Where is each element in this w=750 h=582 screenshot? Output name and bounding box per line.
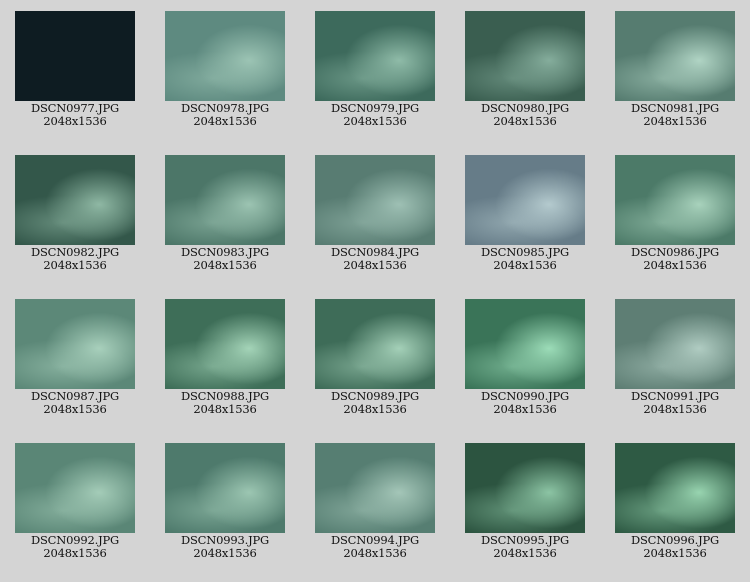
thumbnail-image[interactable] — [165, 299, 285, 389]
thumbnail-image[interactable] — [465, 11, 585, 101]
image-dimensions: 2048x1536 — [43, 114, 107, 128]
image-dimensions: 2048x1536 — [493, 546, 557, 560]
thumbnail-image[interactable] — [165, 443, 285, 533]
image-dimensions: 2048x1536 — [43, 258, 107, 272]
thumbnail-image[interactable] — [315, 443, 435, 533]
thumbnail-item[interactable]: DSCN0995.JPG 2048x1536 — [450, 443, 600, 560]
thumbnail-item[interactable]: DSCN0981.JPG 2048x1536 — [600, 11, 750, 128]
thumbnail-image[interactable] — [315, 299, 435, 389]
thumbnail-item[interactable]: DSCN0983.JPG 2048x1536 — [150, 155, 300, 272]
thumbnail-item[interactable]: DSCN0993.JPG 2048x1536 — [150, 443, 300, 560]
thumbnail-item[interactable]: DSCN0978.JPG 2048x1536 — [150, 11, 300, 128]
thumbnail-image[interactable] — [465, 299, 585, 389]
thumbnail-image[interactable] — [15, 299, 135, 389]
thumbnail-item[interactable]: DSCN0986.JPG 2048x1536 — [600, 155, 750, 272]
thumbnail-image[interactable] — [15, 155, 135, 245]
thumbnail-image[interactable] — [165, 155, 285, 245]
thumbnail-item[interactable]: DSCN0984.JPG 2048x1536 — [300, 155, 450, 272]
thumbnail-item[interactable]: DSCN0987.JPG 2048x1536 — [0, 299, 150, 416]
thumbnail-image[interactable] — [15, 443, 135, 533]
image-dimensions: 2048x1536 — [43, 402, 107, 416]
thumbnail-image[interactable] — [465, 443, 585, 533]
thumbnail-image[interactable] — [615, 443, 735, 533]
image-dimensions: 2048x1536 — [643, 258, 707, 272]
thumbnail-image[interactable] — [615, 11, 735, 101]
image-dimensions: 2048x1536 — [643, 402, 707, 416]
thumbnail-item[interactable]: DSCN0989.JPG 2048x1536 — [300, 299, 450, 416]
image-dimensions: 2048x1536 — [343, 258, 407, 272]
thumbnail-image[interactable] — [615, 155, 735, 245]
thumbnail-item[interactable]: DSCN0991.JPG 2048x1536 — [600, 299, 750, 416]
image-dimensions: 2048x1536 — [343, 546, 407, 560]
image-dimensions: 2048x1536 — [493, 402, 557, 416]
image-dimensions: 2048x1536 — [643, 114, 707, 128]
image-dimensions: 2048x1536 — [193, 546, 257, 560]
image-dimensions: 2048x1536 — [193, 114, 257, 128]
thumbnail-image[interactable] — [465, 155, 585, 245]
thumbnail-item[interactable]: DSCN0990.JPG 2048x1536 — [450, 299, 600, 416]
image-dimensions: 2048x1536 — [343, 402, 407, 416]
thumbnail-item[interactable]: DSCN0982.JPG 2048x1536 — [0, 155, 150, 272]
thumbnail-image[interactable] — [615, 299, 735, 389]
thumbnail-item[interactable]: DSCN0994.JPG 2048x1536 — [300, 443, 450, 560]
image-dimensions: 2048x1536 — [193, 258, 257, 272]
image-dimensions: 2048x1536 — [43, 546, 107, 560]
image-dimensions: 2048x1536 — [193, 402, 257, 416]
thumbnail-item[interactable]: DSCN0977.JPG 2048x1536 — [0, 11, 150, 128]
thumbnail-item[interactable]: DSCN0996.JPG 2048x1536 — [600, 443, 750, 560]
thumbnail-item[interactable]: DSCN0979.JPG 2048x1536 — [300, 11, 450, 128]
thumbnail-item[interactable]: DSCN0985.JPG 2048x1536 — [450, 155, 600, 272]
image-dimensions: 2048x1536 — [343, 114, 407, 128]
thumbnail-image[interactable] — [15, 11, 135, 101]
image-dimensions: 2048x1536 — [493, 114, 557, 128]
thumbnail-item[interactable]: DSCN0980.JPG 2048x1536 — [450, 11, 600, 128]
thumbnail-item[interactable]: DSCN0988.JPG 2048x1536 — [150, 299, 300, 416]
thumbnail-image[interactable] — [315, 11, 435, 101]
thumbnail-item[interactable]: DSCN0992.JPG 2048x1536 — [0, 443, 150, 560]
thumbnail-image[interactable] — [165, 11, 285, 101]
thumbnail-image[interactable] — [315, 155, 435, 245]
image-dimensions: 2048x1536 — [493, 258, 557, 272]
image-dimensions: 2048x1536 — [643, 546, 707, 560]
